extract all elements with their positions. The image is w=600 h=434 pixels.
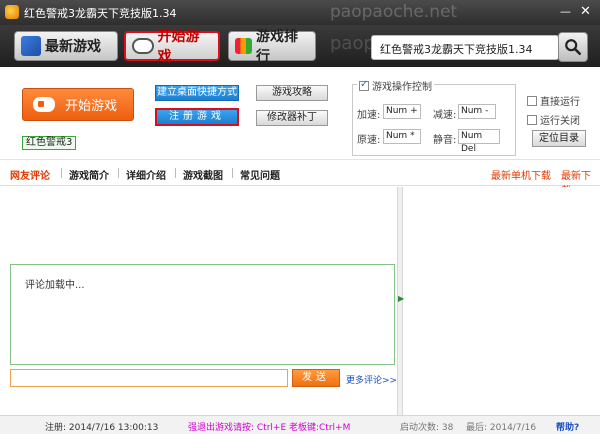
new-games-label: 最新游戏 [45, 39, 101, 55]
watermark-text: paopaoche.net [330, 2, 458, 22]
start-game-tab-button[interactable]: 开始游戏 [124, 29, 220, 65]
normal-speed-key-field[interactable]: Num * [383, 129, 421, 144]
send-comment-button[interactable]: 发送 [292, 369, 340, 387]
ops-title: 游戏操作控制 [372, 82, 432, 93]
start-game-button[interactable]: 开始游戏 [22, 88, 134, 121]
tab-faq[interactable]: 常见问题 [240, 167, 280, 182]
tab-details[interactable]: 详细介绍 [126, 167, 166, 182]
direct-run-option[interactable]: 直接运行 [527, 93, 580, 108]
bar-chart-icon [235, 38, 253, 54]
direct-run-label: 直接运行 [540, 97, 580, 108]
ranking-label: 游戏排行 [256, 29, 299, 65]
panel-splitter[interactable]: ▶ [397, 187, 404, 415]
more-comments-link[interactable]: 更多评论>> [346, 373, 397, 386]
normal-speed-label: 原速: [357, 135, 381, 146]
latest-single-download-link[interactable]: 最新单机下载 [491, 167, 551, 182]
gamepad-icon [33, 97, 55, 112]
desktop-shortcut-button[interactable]: 建立桌面快捷方式 [155, 85, 239, 101]
speed-up-key-field[interactable]: Num + [383, 104, 421, 119]
new-games-button[interactable]: 最新游戏 [14, 31, 118, 61]
launch-count: 启动次数: 38 [400, 423, 454, 433]
comments-list: 评论加载中... [10, 264, 395, 365]
magnifier-icon [565, 39, 582, 56]
minimize-button[interactable]: — [558, 4, 573, 19]
direct-run-checkbox[interactable] [527, 95, 537, 106]
tab-separator [175, 168, 176, 178]
slow-down-label: 减速: [433, 110, 457, 121]
game-guide-button[interactable]: 游戏攻略 [256, 85, 328, 101]
game-controls-panel: 开始游戏 红色警戒3 建立桌面快捷方式 注册游戏 游戏攻略 修改器补丁 游戏操作… [0, 67, 600, 160]
comments-panel: ▶ 评论加载中... 发送 更多评论>> [0, 187, 600, 415]
game-operation-control-group: 游戏操作控制 加速: Num + 减速: Num - 原速: Num * 静音:… [352, 78, 516, 156]
tab-separator [118, 168, 119, 178]
mute-label: 静音: [433, 135, 457, 146]
tab-separator [61, 168, 62, 178]
comments-loading-text: 评论加载中... [25, 280, 85, 291]
new-games-icon [21, 36, 41, 56]
start-game-label: 开始游戏 [65, 99, 118, 114]
speed-up-label: 加速: [357, 110, 381, 121]
app-icon [5, 5, 19, 19]
gamepad-icon [132, 38, 154, 54]
trainer-patch-button[interactable]: 修改器补丁 [256, 110, 328, 126]
main-toolbar: paopaoche.net 最新游戏 开始游戏 游戏排行 红色警戒3龙霸天下竞技… [0, 25, 600, 67]
help-link[interactable]: 帮助? [556, 420, 579, 433]
info-tabs: 网友评论 游戏简介 详细介绍 游戏截图 常见问题 最新单机下载 最新下载 [0, 160, 600, 197]
close-button[interactable]: ✕ [578, 4, 593, 19]
register-date: 注册: 2014/7/16 13:00:13 [45, 423, 159, 433]
search-button[interactable] [558, 32, 588, 62]
window-title: 红色警戒3龙霸天下竞技版1.34 [24, 7, 177, 20]
tab-separator [232, 168, 233, 178]
status-bar: 注册: 2014/7/16 13:00:13 强退出游戏请按: Ctrl+E 老… [0, 415, 600, 434]
run-close-checkbox[interactable] [527, 114, 537, 125]
title-bar: 红色警戒3龙霸天下竞技版1.34 paopaoche.net — ✕ [0, 0, 600, 25]
slow-down-key-field[interactable]: Num - [458, 104, 496, 119]
start-game-tab-label: 开始游戏 [157, 29, 200, 65]
search-input[interactable]: 红色警戒3龙霸天下竞技版1.34 [371, 35, 559, 60]
ranking-button[interactable]: 游戏排行 [228, 29, 316, 65]
hotkey-hint: 强退出游戏请按: Ctrl+E 老板键:Ctrl+M [188, 423, 351, 433]
run-close-label: 运行关闭 [540, 116, 580, 127]
run-close-option[interactable]: 运行关闭 [527, 112, 580, 127]
ops-enable-checkbox[interactable] [359, 79, 369, 91]
comment-input[interactable] [10, 369, 288, 387]
ops-legend[interactable]: 游戏操作控制 [357, 78, 434, 93]
last-launch: 最后: 2014/7/16 [466, 423, 537, 433]
tab-user-comments[interactable]: 网友评论 [10, 167, 50, 182]
mute-key-field[interactable]: Num Del [458, 129, 500, 154]
register-game-button[interactable]: 注册游戏 [155, 108, 239, 126]
tab-game-intro[interactable]: 游戏简介 [69, 167, 109, 182]
locate-directory-button[interactable]: 定位目录 [532, 130, 586, 147]
tab-screenshots[interactable]: 游戏截图 [183, 167, 223, 182]
game-name-tag: 红色警戒3 [22, 136, 77, 150]
expand-arrow-icon[interactable]: ▶ [398, 294, 404, 303]
